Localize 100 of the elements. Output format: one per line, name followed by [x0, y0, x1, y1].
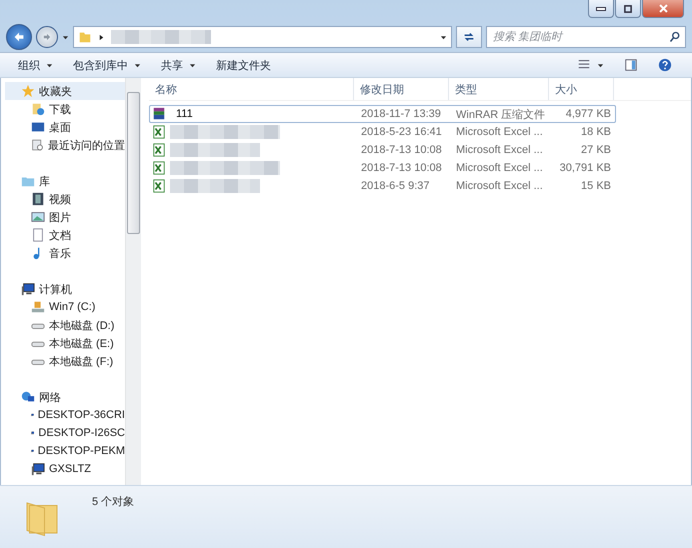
nav-group-label: 库: [39, 174, 50, 188]
scrollbar[interactable]: [125, 78, 141, 485]
system-drive-icon: [31, 300, 45, 314]
nav-item-label: DESKTOP-36CRI: [38, 409, 125, 421]
refresh-arrows-icon: [462, 30, 476, 44]
nav-item[interactable]: 最近访问的位置: [5, 136, 125, 154]
type-cell-text: WinRAR 压缩文件: [455, 108, 546, 122]
network-icon: [21, 390, 35, 404]
nav-group-item[interactable]: 收藏夹: [5, 82, 125, 100]
nav-item[interactable]: 本地磁盘 (E:): [5, 334, 125, 352]
preview-pane-icon: [624, 58, 638, 72]
toolbar-menu[interactable]: 共享: [153, 54, 204, 76]
nav-item-label: 本地磁盘 (E:): [49, 336, 114, 350]
date-cell-text: 2018-11-7 13:39: [360, 108, 442, 120]
size-cell-text: 18 KB: [580, 126, 612, 138]
file-row[interactable]: 2018-7-13 10:08 Microsoft Excel ... 27 KB: [149, 141, 616, 159]
nav-item-label: 桌面: [49, 120, 71, 134]
picture-icon: [31, 210, 45, 224]
size-cell-text: 27 KB: [580, 144, 612, 156]
nav-item[interactable]: 本地磁盘 (F:): [5, 352, 125, 370]
nav-item-label: DESKTOP-PEKM: [38, 445, 125, 457]
document-icon: [31, 228, 45, 242]
nav-group-label: 计算机: [39, 282, 72, 296]
help-icon: [658, 58, 672, 72]
spreadsheet-icon: [152, 161, 166, 175]
nav-item-label: GXSLTZ: [49, 463, 91, 475]
nav-item-label: 文档: [49, 228, 71, 242]
nav-item[interactable]: 本地磁盘 (D:): [5, 316, 125, 334]
column-header[interactable]: 名称: [149, 78, 354, 100]
caret-icon: [134, 62, 141, 68]
nav-item[interactable]: DESKTOP-I26SC: [5, 424, 125, 442]
caret-icon: [440, 34, 447, 40]
toolbar-menu[interactable]: 组织: [10, 54, 61, 76]
size-cell-text: 4,977 KB: [564, 108, 612, 120]
toolbar-menu[interactable]: 包含到库中: [65, 54, 149, 76]
nav-group-label: 收藏夹: [39, 84, 72, 98]
chevron-icon: [98, 34, 105, 40]
nav-item[interactable]: DESKTOP-PEKM: [5, 442, 125, 460]
nav-group-item[interactable]: 计算机: [5, 280, 125, 298]
maximize-button[interactable]: [615, 0, 641, 18]
type-cell-text: Microsoft Excel ...: [455, 144, 544, 156]
close-icon: [658, 3, 668, 14]
maximize-icon: [623, 4, 633, 14]
date-cell-text: 2018-6-5 9:37: [360, 180, 430, 192]
column-header[interactable]: 类型: [449, 78, 549, 100]
nav-item-label: DESKTOP-I26SC: [38, 427, 125, 439]
column-header[interactable]: 大小: [549, 78, 614, 100]
nav-item-label: 下载: [49, 102, 71, 116]
column-header[interactable]: 修改日期: [354, 78, 449, 100]
caret-icon: [597, 62, 604, 68]
nav-item[interactable]: 文档: [5, 226, 125, 244]
nav-item-label: 最近访问的位置: [48, 138, 125, 152]
caret-icon: [189, 62, 196, 68]
nav-item[interactable]: GXSLTZ: [5, 460, 125, 478]
file-row[interactable]: 2018-6-5 9:37 Microsoft Excel ... 15 KB: [149, 177, 616, 195]
folder-download-icon: [31, 102, 45, 116]
date-cell-text: 2018-7-13 10:08: [360, 162, 443, 174]
spreadsheet-icon: [152, 179, 166, 193]
back-arrow-icon: [12, 30, 26, 44]
caret-icon: [46, 62, 53, 68]
type-cell-text: Microsoft Excel ...: [455, 180, 544, 192]
file-row[interactable]: 111 2018-11-7 13:39 WinRAR 压缩文件 4,977 KB: [149, 105, 616, 123]
nav-item-label: 图片: [49, 210, 71, 224]
size-cell-text: 15 KB: [580, 180, 612, 192]
nav-item[interactable]: 桌面: [5, 118, 125, 136]
nav-item[interactable]: 音乐: [5, 244, 125, 262]
recent-places-icon: [31, 138, 44, 152]
nav-item[interactable]: 图片: [5, 208, 125, 226]
back-button[interactable]: [6, 24, 32, 50]
minimize-button[interactable]: [588, 0, 614, 18]
size-cell-text: 30,791 KB: [558, 162, 612, 174]
nav-item[interactable]: Win7 (C:): [5, 298, 125, 316]
star-icon: [21, 84, 35, 98]
file-row[interactable]: 2018-5-23 16:41 Microsoft Excel ... 18 KB: [149, 123, 616, 141]
folder-icon: [78, 30, 92, 44]
type-cell-text: Microsoft Excel ...: [455, 162, 544, 174]
refresh-button[interactable]: [456, 26, 482, 48]
nav-item-label: 音乐: [49, 246, 71, 260]
close-button[interactable]: [642, 0, 684, 18]
file-name: 111: [175, 108, 194, 120]
search-icon: [669, 31, 681, 43]
forward-button[interactable]: [36, 26, 58, 48]
nav-item-label: 本地磁盘 (D:): [49, 318, 114, 332]
item-count: 5 个对象: [92, 495, 134, 509]
nav-item-label: 本地磁盘 (F:): [49, 354, 114, 368]
nav-item[interactable]: DESKTOP-36CRI: [5, 406, 125, 424]
spreadsheet-icon: [152, 125, 166, 139]
type-cell-text: Microsoft Excel ...: [455, 126, 544, 138]
nav-group-item[interactable]: 网络: [5, 388, 125, 406]
file-row[interactable]: 2018-7-13 10:08 Microsoft Excel ... 30,791 KB: [149, 159, 616, 177]
minimize-icon: [596, 6, 606, 10]
archive-icon: [152, 107, 166, 121]
nav-item[interactable]: 下载: [5, 100, 125, 118]
search-field[interactable]: 搜索 集团临时: [486, 26, 686, 48]
nav-group-item[interactable]: 库: [5, 172, 125, 190]
nav-item[interactable]: 视频: [5, 190, 125, 208]
spreadsheet-icon: [152, 143, 166, 157]
toolbar-menu[interactable]: 新建文件夹: [208, 54, 279, 76]
scroll-thumb[interactable]: [127, 92, 140, 234]
date-cell-text: 2018-7-13 10:08: [360, 144, 443, 156]
